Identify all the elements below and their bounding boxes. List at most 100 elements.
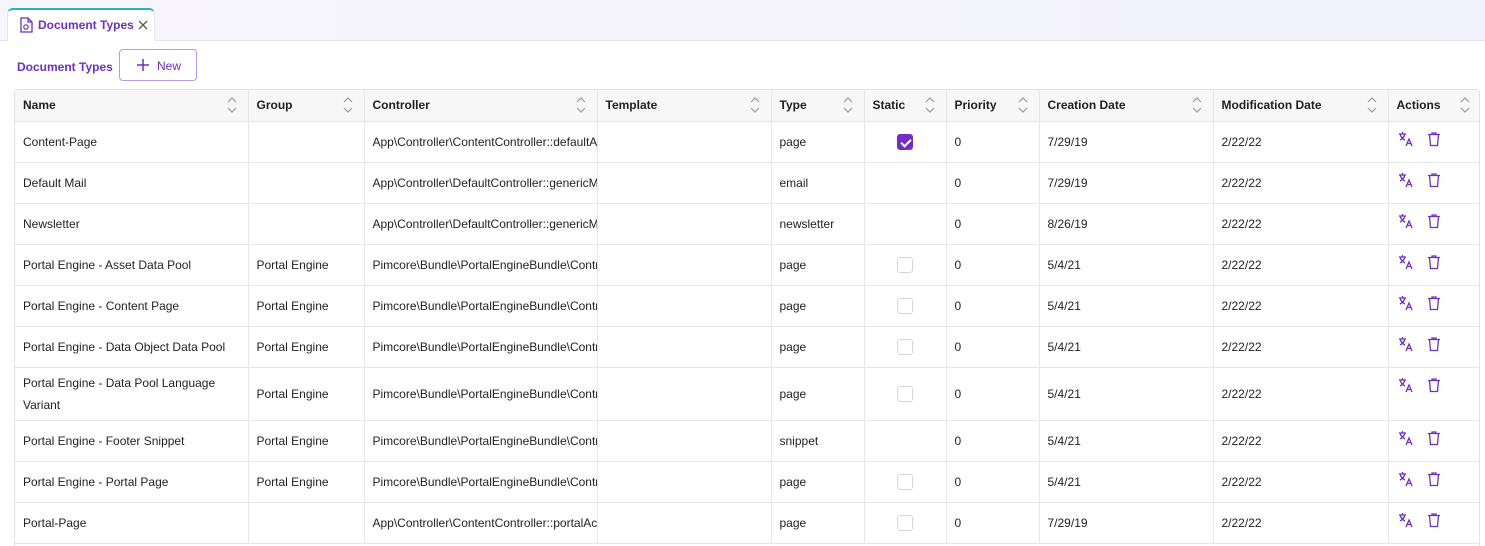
column-header-type[interactable]: Type — [771, 90, 865, 122]
static-checkbox[interactable] — [897, 133, 913, 150]
trash-icon[interactable] — [1426, 430, 1442, 446]
table-row[interactable]: Portal Engine - Footer Snippet Portal Eng… — [15, 420, 1479, 462]
translate-icon[interactable] — [1398, 512, 1414, 528]
column-header-priority[interactable]: Priority — [946, 90, 1040, 122]
cell-priority: 0 — [946, 420, 1040, 462]
cell-modified: 2/22/22 — [1213, 326, 1389, 368]
cell-created: 7/29/19 — [1039, 162, 1214, 204]
static-checkbox[interactable] — [897, 338, 913, 355]
cell-name: Portal Engine - Data Object Data Pool — [15, 326, 249, 368]
cell-controller: App\Controller\ContentController::defaul… — [364, 121, 598, 163]
tab-document-types[interactable]: Document Types — [7, 8, 155, 41]
close-icon[interactable] — [136, 18, 150, 32]
translate-icon[interactable] — [1398, 213, 1414, 229]
translate-icon[interactable] — [1398, 172, 1414, 188]
translate-icon[interactable] — [1398, 131, 1414, 147]
cell-actions — [1388, 367, 1479, 421]
sort-icon[interactable] — [575, 95, 587, 115]
sort-icon[interactable] — [1017, 95, 1029, 115]
trash-icon[interactable] — [1426, 131, 1442, 147]
column-header-group[interactable]: Group — [248, 90, 365, 122]
cell-template — [597, 244, 772, 286]
cell-actions — [1388, 203, 1479, 245]
cell-type: page — [771, 244, 865, 286]
trash-icon[interactable] — [1426, 336, 1442, 352]
document-settings-icon — [20, 17, 33, 33]
trash-icon[interactable] — [1426, 172, 1442, 188]
cell-modified: 2/22/22 — [1213, 121, 1389, 163]
translate-icon[interactable] — [1398, 430, 1414, 446]
table-row[interactable]: Content-Page App\Controller\ContentContro… — [15, 121, 1479, 163]
sort-icon[interactable] — [842, 95, 854, 115]
trash-icon[interactable] — [1426, 213, 1442, 229]
cell-created: 5/4/21 — [1039, 461, 1214, 503]
static-checkbox[interactable] — [897, 473, 913, 490]
cell-name: Newsletter — [15, 203, 249, 245]
trash-icon[interactable] — [1426, 254, 1442, 270]
static-checkbox[interactable] — [897, 385, 913, 402]
translate-icon[interactable] — [1398, 295, 1414, 311]
cell-static — [864, 162, 947, 204]
cell-name: Portal Engine - Asset Data Pool — [15, 244, 249, 286]
translate-icon[interactable] — [1398, 336, 1414, 352]
cell-modified: 2/22/22 — [1213, 461, 1389, 503]
sort-icon[interactable] — [749, 95, 761, 115]
trash-icon[interactable] — [1426, 512, 1442, 528]
cell-modified: 2/22/22 — [1213, 285, 1389, 327]
column-header-name[interactable]: Name — [15, 90, 249, 122]
table-row[interactable]: Portal Engine - Asset Data Pool Portal En… — [15, 244, 1479, 286]
page-title: Document Types — [17, 60, 113, 74]
static-checkbox[interactable] — [897, 256, 913, 273]
static-checkbox[interactable] — [897, 297, 913, 314]
sort-icon[interactable] — [1366, 95, 1378, 115]
sort-icon[interactable] — [342, 95, 354, 115]
cell-type: email — [771, 162, 865, 204]
sort-icon[interactable] — [924, 95, 936, 115]
table-row[interactable]: Default Mail App\Controller\DefaultContro… — [15, 162, 1479, 204]
new-button[interactable]: New — [119, 49, 197, 81]
static-checkbox[interactable] — [897, 514, 913, 531]
translate-icon[interactable] — [1398, 254, 1414, 270]
table-row[interactable]: Portal Engine - Data Pool Language Varia… — [15, 367, 1479, 421]
cell-controller: App\Controller\ContentController::portal… — [364, 502, 598, 544]
cell-priority: 0 — [946, 461, 1040, 503]
cell-actions — [1388, 420, 1479, 462]
cell-controller: Pimcore\Bundle\PortalEngineBundle\Contro… — [364, 461, 598, 503]
column-header-modification-date[interactable]: Modification Date — [1213, 90, 1389, 122]
cell-type: page — [771, 121, 865, 163]
cell-modified: 2/22/22 — [1213, 420, 1389, 462]
column-header-template[interactable]: Template — [597, 90, 772, 122]
sort-icon[interactable] — [1191, 95, 1203, 115]
trash-icon[interactable] — [1426, 471, 1442, 487]
trash-icon[interactable] — [1426, 295, 1442, 311]
column-header-actions[interactable]: Actions — [1388, 90, 1479, 122]
cell-group — [248, 203, 365, 245]
trash-icon[interactable] — [1426, 377, 1442, 393]
cell-priority: 0 — [946, 367, 1040, 421]
column-header-label: Controller — [372, 98, 430, 113]
cell-static — [864, 285, 947, 327]
sort-icon[interactable] — [226, 95, 238, 115]
sort-icon[interactable] — [1459, 95, 1471, 115]
cell-type: page — [771, 285, 865, 327]
cell-created: 8/26/19 — [1039, 203, 1214, 245]
cell-name: Default Mail — [15, 162, 249, 204]
column-header-creation-date[interactable]: Creation Date — [1039, 90, 1214, 122]
column-header-label: Priority — [954, 98, 997, 113]
translate-icon[interactable] — [1398, 471, 1414, 487]
cell-name: Portal-Page — [15, 502, 249, 544]
table-row[interactable]: Portal Engine - Content Page Portal Engin… — [15, 285, 1479, 327]
cell-group: Portal Engine — [248, 420, 365, 462]
table-row[interactable]: Newsletter App\Controller\DefaultControll… — [15, 203, 1479, 245]
cell-modified: 2/22/22 — [1213, 162, 1389, 204]
table-row[interactable]: Portal Engine - Portal Page Portal Engine… — [15, 461, 1479, 503]
table-row[interactable]: Portal-Page App\Controller\ContentControl… — [15, 502, 1479, 544]
column-header-static[interactable]: Static — [864, 90, 947, 122]
column-header-controller[interactable]: Controller — [364, 90, 598, 122]
cell-name: Portal Engine - Portal Page — [15, 461, 249, 503]
tab-label: Document Types — [38, 18, 134, 32]
translate-icon[interactable] — [1398, 377, 1414, 393]
table-row[interactable]: Portal Engine - Data Object Data Pool Por… — [15, 326, 1479, 368]
column-header-label: Name — [23, 98, 56, 113]
cell-name: Portal Engine - Content Page — [15, 285, 249, 327]
